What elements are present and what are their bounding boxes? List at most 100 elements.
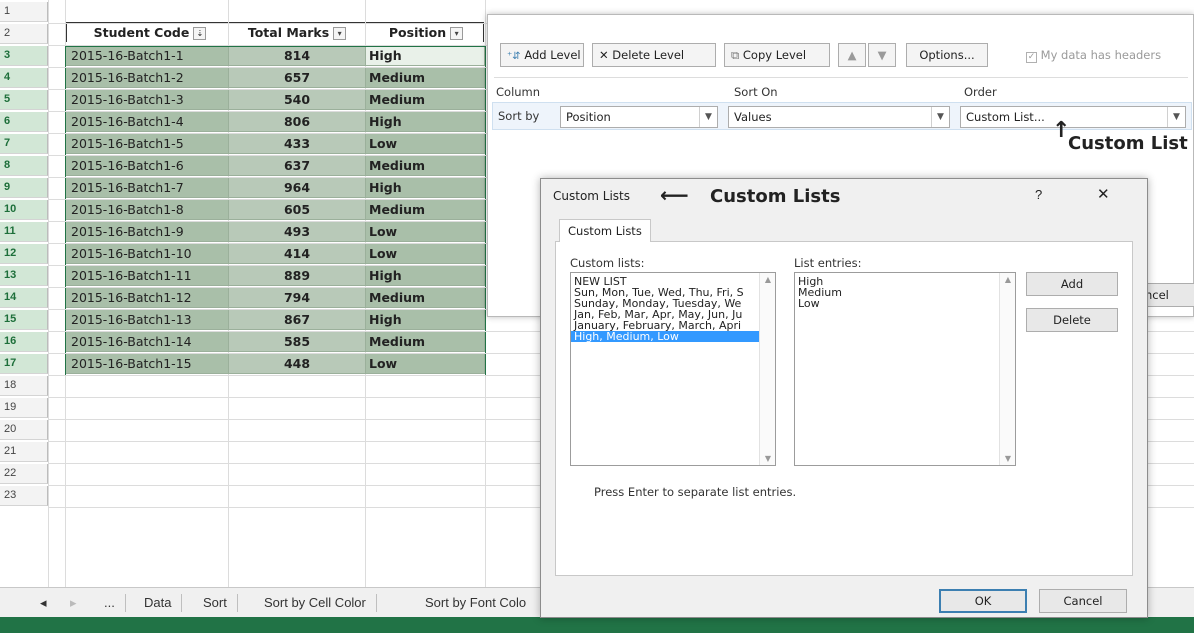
tab-more-button[interactable]: ... — [94, 594, 126, 612]
row-header[interactable]: 4 — [0, 68, 48, 88]
tab-sort-by-font-color[interactable]: Sort by Font Colo — [415, 594, 536, 612]
tab-next-button[interactable]: ▸ — [60, 594, 87, 612]
row-header[interactable]: 5 — [0, 90, 48, 110]
row-header[interactable]: 21 — [0, 442, 48, 462]
row-header[interactable]: 16 — [0, 332, 48, 352]
move-up-button[interactable]: ▲ — [838, 43, 866, 67]
cell-marks[interactable]: 794 — [229, 288, 365, 308]
cell-marks[interactable]: 605 — [229, 200, 365, 220]
cell-position[interactable]: Medium — [366, 156, 484, 176]
row-header[interactable]: 10 — [0, 200, 48, 220]
delete-button[interactable]: Delete — [1026, 308, 1118, 332]
cell-marks[interactable]: 814 — [229, 46, 365, 66]
tab-prev-button[interactable]: ◂ — [30, 594, 57, 612]
cell-position[interactable]: Medium — [366, 332, 484, 352]
cell-position[interactable]: Medium — [366, 200, 484, 220]
row-header[interactable]: 19 — [0, 398, 48, 418]
help-button[interactable]: ? — [1035, 187, 1042, 202]
filter-sorted-icon[interactable]: ⇣ — [193, 27, 207, 40]
cell-code[interactable]: 2015-16-Batch1-11 — [66, 266, 228, 286]
cell-code[interactable]: 2015-16-Batch1-1 — [66, 46, 228, 66]
add-level-button[interactable]: ⁺⇵ Add Level — [500, 43, 584, 67]
cell-marks[interactable]: 889 — [229, 266, 365, 286]
scroll-down-icon[interactable]: ▼ — [760, 454, 775, 463]
cell-code[interactable]: 2015-16-Batch1-10 — [66, 244, 228, 264]
cell-marks[interactable]: 448 — [229, 354, 365, 374]
cell-position[interactable]: High — [366, 266, 484, 286]
row-header[interactable]: 1 — [0, 2, 48, 22]
custom-lists-listbox[interactable]: NEW LIST Sun, Mon, Tue, Wed, Thu, Fri, SS… — [570, 272, 776, 466]
cell-marks[interactable]: 867 — [229, 310, 365, 330]
cell-marks[interactable]: 964 — [229, 178, 365, 198]
headers-checkbox[interactable]: ✓ My data has headers — [1026, 48, 1161, 63]
cell-marks[interactable]: 806 — [229, 112, 365, 132]
order-select[interactable]: Custom List... ▼ — [960, 106, 1186, 128]
row-header[interactable]: 3 — [0, 46, 48, 66]
row-header[interactable]: 2 — [0, 24, 48, 44]
row-header[interactable]: 18 — [0, 376, 48, 396]
close-icon[interactable]: ✕ — [1097, 185, 1110, 203]
cell-code[interactable]: 2015-16-Batch1-3 — [66, 90, 228, 110]
cell-position[interactable]: Medium — [366, 288, 484, 308]
cell-code[interactable]: 2015-16-Batch1-6 — [66, 156, 228, 176]
cell-position[interactable]: Medium — [366, 68, 484, 88]
cell-position[interactable]: Low — [366, 354, 484, 374]
tab-custom-lists[interactable]: Custom Lists — [559, 219, 651, 242]
add-button[interactable]: Add — [1026, 272, 1118, 296]
row-header[interactable]: 11 — [0, 222, 48, 242]
list-item[interactable]: High, Medium, Low — [571, 331, 759, 342]
cell-marks[interactable]: 414 — [229, 244, 365, 264]
row-header[interactable]: 13 — [0, 266, 48, 286]
move-down-button[interactable]: ▼ — [868, 43, 896, 67]
cell-marks[interactable]: 540 — [229, 90, 365, 110]
cell-marks[interactable]: 657 — [229, 68, 365, 88]
cell-code[interactable]: 2015-16-Batch1-8 — [66, 200, 228, 220]
filter-dropdown-icon[interactable]: ▾ — [450, 27, 464, 40]
scroll-up-icon[interactable]: ▲ — [1000, 275, 1015, 284]
row-header[interactable]: 22 — [0, 464, 48, 484]
filter-dropdown-icon[interactable]: ▾ — [333, 27, 347, 40]
cell-position[interactable]: High — [366, 112, 484, 132]
header-position[interactable]: Position ▾ — [366, 22, 484, 42]
row-header[interactable]: 14 — [0, 288, 48, 308]
cell-position[interactable]: Low — [366, 222, 484, 242]
scroll-up-icon[interactable]: ▲ — [760, 275, 775, 284]
header-student-code[interactable]: Student Code ⇣ — [66, 22, 228, 42]
cancel-button[interactable]: Cancel — [1039, 589, 1127, 613]
cell-marks[interactable]: 637 — [229, 156, 365, 176]
row-header[interactable]: 12 — [0, 244, 48, 264]
cell-position[interactable]: Medium — [366, 90, 484, 110]
row-header[interactable]: 6 — [0, 112, 48, 132]
entries-scrollbar[interactable]: ▲ ▼ — [999, 273, 1015, 465]
cell-code[interactable]: 2015-16-Batch1-2 — [66, 68, 228, 88]
tab-sort-by-cell-color[interactable]: Sort by Cell Color — [254, 594, 377, 612]
tab-sort[interactable]: Sort — [193, 594, 238, 612]
cell-code[interactable]: 2015-16-Batch1-13 — [66, 310, 228, 330]
cell-position[interactable]: Low — [366, 244, 484, 264]
cell-marks[interactable]: 585 — [229, 332, 365, 352]
list-entries-textbox[interactable]: High Medium Low ▲ ▼ — [794, 272, 1016, 466]
cell-position[interactable]: Low — [366, 134, 484, 154]
cell-code[interactable]: 2015-16-Batch1-9 — [66, 222, 228, 242]
row-header[interactable]: 7 — [0, 134, 48, 154]
cell-marks[interactable]: 493 — [229, 222, 365, 242]
cell-position[interactable]: High — [366, 178, 484, 198]
cell-code[interactable]: 2015-16-Batch1-14 — [66, 332, 228, 352]
ok-button[interactable]: OK — [939, 589, 1027, 613]
row-header[interactable]: 23 — [0, 486, 48, 506]
row-header[interactable]: 9 — [0, 178, 48, 198]
cell-marks[interactable]: 433 — [229, 134, 365, 154]
cell-position[interactable]: High — [366, 46, 484, 66]
sort-on-select[interactable]: Values ▼ — [728, 106, 950, 128]
cell-code[interactable]: 2015-16-Batch1-7 — [66, 178, 228, 198]
row-header[interactable]: 17 — [0, 354, 48, 374]
tab-data[interactable]: Data — [134, 594, 183, 612]
delete-level-button[interactable]: ✕ Delete Level — [592, 43, 716, 67]
sort-by-column-select[interactable]: Position ▼ — [560, 106, 718, 128]
row-header[interactable]: 20 — [0, 420, 48, 440]
header-total-marks[interactable]: Total Marks ▾ — [229, 22, 365, 42]
cell-code[interactable]: 2015-16-Batch1-12 — [66, 288, 228, 308]
copy-level-button[interactable]: ⧉ Copy Level — [724, 43, 830, 67]
options-button[interactable]: Options... — [906, 43, 988, 67]
cell-code[interactable]: 2015-16-Batch1-15 — [66, 354, 228, 374]
